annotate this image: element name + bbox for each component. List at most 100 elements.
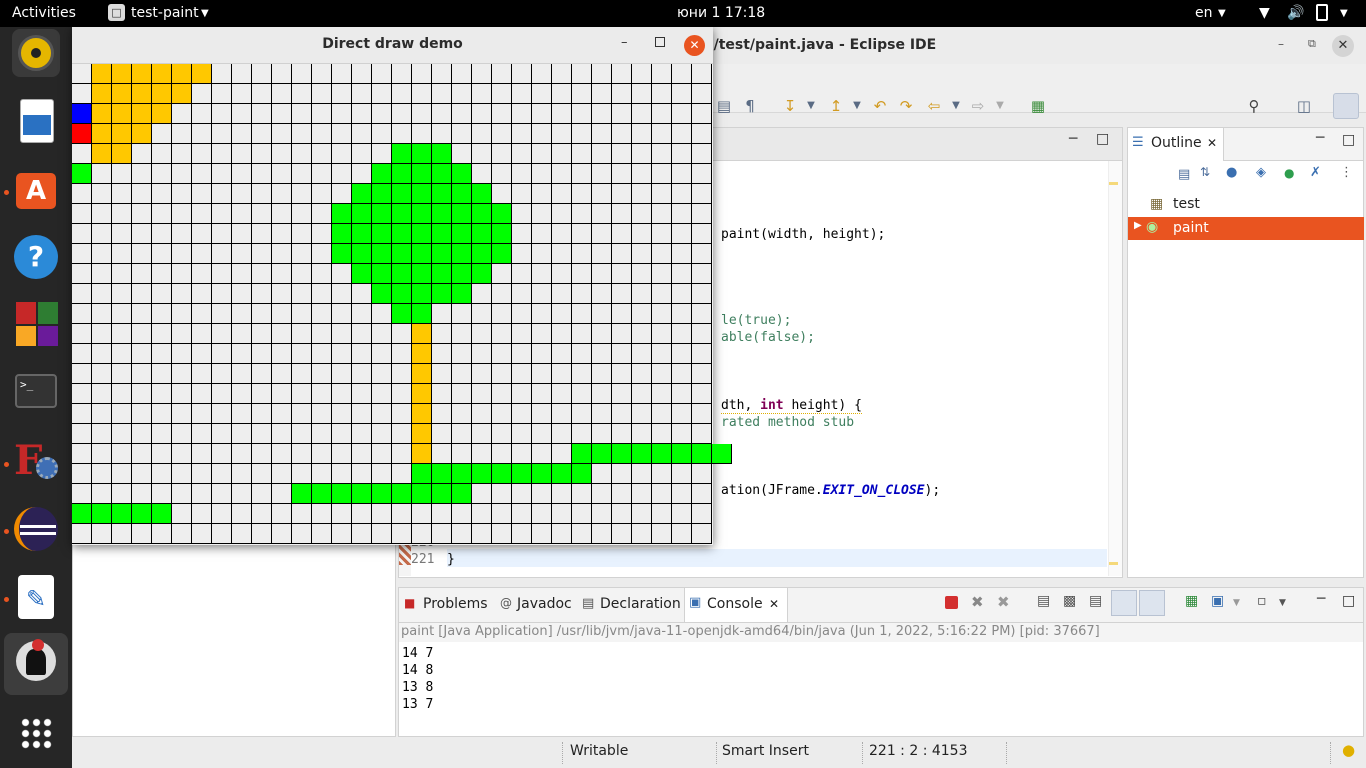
grid-cell[interactable]: [112, 124, 132, 144]
grid-cell[interactable]: [652, 164, 672, 184]
grid-cell[interactable]: [552, 104, 572, 124]
grid-cell[interactable]: [112, 464, 132, 484]
grid-cell[interactable]: [332, 444, 352, 464]
grid-cell[interactable]: [352, 264, 372, 284]
grid-cell[interactable]: [612, 364, 632, 384]
grid-cell[interactable]: [92, 384, 112, 404]
grid-cell[interactable]: [372, 344, 392, 364]
grid-cell[interactable]: [532, 64, 552, 84]
grid-cell[interactable]: [412, 384, 432, 404]
grid-cell[interactable]: [112, 344, 132, 364]
grid-cell[interactable]: [132, 424, 152, 444]
grid-cell[interactable]: [292, 264, 312, 284]
grid-cell[interactable]: [552, 444, 572, 464]
grid-cell[interactable]: [332, 524, 352, 544]
grid-cell[interactable]: [612, 124, 632, 144]
grid-cell[interactable]: [572, 304, 592, 324]
grid-cell[interactable]: [412, 104, 432, 124]
grid-cell[interactable]: [192, 524, 212, 544]
grid-cell[interactable]: [392, 204, 412, 224]
grid-cell[interactable]: [72, 364, 92, 384]
grid-cell[interactable]: [372, 464, 392, 484]
grid-cell[interactable]: [152, 284, 172, 304]
grid-cell[interactable]: [152, 444, 172, 464]
grid-cell[interactable]: [112, 324, 132, 344]
grid-cell[interactable]: [552, 504, 572, 524]
grid-cell[interactable]: [312, 144, 332, 164]
grid-cell[interactable]: [652, 344, 672, 364]
grid-cell[interactable]: [652, 304, 672, 324]
grid-cell[interactable]: [152, 244, 172, 264]
grid-cell[interactable]: [632, 344, 652, 364]
grid-cell[interactable]: [252, 324, 272, 344]
grid-cell[interactable]: [332, 424, 352, 444]
view-menu-icon[interactable]: ⋮: [1340, 165, 1353, 180]
grid-cell[interactable]: [452, 224, 472, 244]
grid-cell[interactable]: [412, 144, 432, 164]
grid-cell[interactable]: [632, 244, 652, 264]
grid-cell[interactable]: [432, 84, 452, 104]
grid-cell[interactable]: [372, 164, 392, 184]
grid-cell[interactable]: [552, 304, 572, 324]
grid-cell[interactable]: [472, 304, 492, 324]
grid-cell[interactable]: [152, 184, 172, 204]
grid-cell[interactable]: [552, 424, 572, 444]
grid-cell[interactable]: [112, 224, 132, 244]
grid-cell[interactable]: [392, 284, 412, 304]
grid-cell[interactable]: [612, 264, 632, 284]
minimize-icon[interactable]: ─: [1316, 130, 1324, 146]
grid-cell[interactable]: [112, 424, 132, 444]
app-menu-button[interactable]: test-paint: [131, 5, 199, 21]
grid-cell[interactable]: [532, 444, 552, 464]
grid-cell[interactable]: [72, 164, 92, 184]
grid-cell[interactable]: [272, 384, 292, 404]
grid-cell[interactable]: [552, 464, 572, 484]
grid-cell[interactable]: [252, 364, 272, 384]
grid-cell[interactable]: [552, 484, 572, 504]
grid-cell[interactable]: [132, 324, 152, 344]
grid-cell[interactable]: [92, 284, 112, 304]
grid-cell[interactable]: [192, 364, 212, 384]
grid-cell[interactable]: [92, 224, 112, 244]
grid-cell[interactable]: [672, 84, 692, 104]
grid-cell[interactable]: [112, 384, 132, 404]
grid-cell[interactable]: [392, 144, 412, 164]
grid-cell[interactable]: [692, 304, 712, 324]
grid-cell[interactable]: [412, 264, 432, 284]
grid-cell[interactable]: [472, 324, 492, 344]
grid-cell[interactable]: [512, 444, 532, 464]
grid-cell[interactable]: [72, 384, 92, 404]
grid-cell[interactable]: [572, 404, 592, 424]
grid-cell[interactable]: [612, 84, 632, 104]
grid-cell[interactable]: [152, 384, 172, 404]
grid-cell[interactable]: [292, 504, 312, 524]
grid-cell[interactable]: [252, 144, 272, 164]
grid-cell[interactable]: [72, 464, 92, 484]
grid-cell[interactable]: [72, 524, 92, 544]
show-on-error-button[interactable]: [1139, 590, 1165, 616]
grid-cell[interactable]: [192, 244, 212, 264]
grid-cell[interactable]: [72, 344, 92, 364]
grid-cell[interactable]: [492, 64, 512, 84]
grid-cell[interactable]: [472, 224, 492, 244]
grid-cell[interactable]: [512, 464, 532, 484]
grid-cell[interactable]: [92, 204, 112, 224]
grid-cell[interactable]: [692, 484, 712, 504]
grid-cell[interactable]: [452, 384, 472, 404]
grid-cell[interactable]: [312, 424, 332, 444]
grid-cell[interactable]: [332, 84, 352, 104]
grid-cell[interactable]: [412, 464, 432, 484]
minimize-icon[interactable]: –: [1278, 37, 1284, 51]
grid-cell[interactable]: [452, 524, 472, 544]
grid-cell[interactable]: [112, 304, 132, 324]
grid-cell[interactable]: [232, 524, 252, 544]
grid-cell[interactable]: [492, 344, 512, 364]
grid-cell[interactable]: [332, 464, 352, 484]
grid-cell[interactable]: [592, 124, 612, 144]
grid-cell[interactable]: [232, 104, 252, 124]
grid-cell[interactable]: [572, 104, 592, 124]
grid-cell[interactable]: [232, 264, 252, 284]
grid-cell[interactable]: [692, 144, 712, 164]
grid-cell[interactable]: [72, 264, 92, 284]
grid-cell[interactable]: [192, 464, 212, 484]
